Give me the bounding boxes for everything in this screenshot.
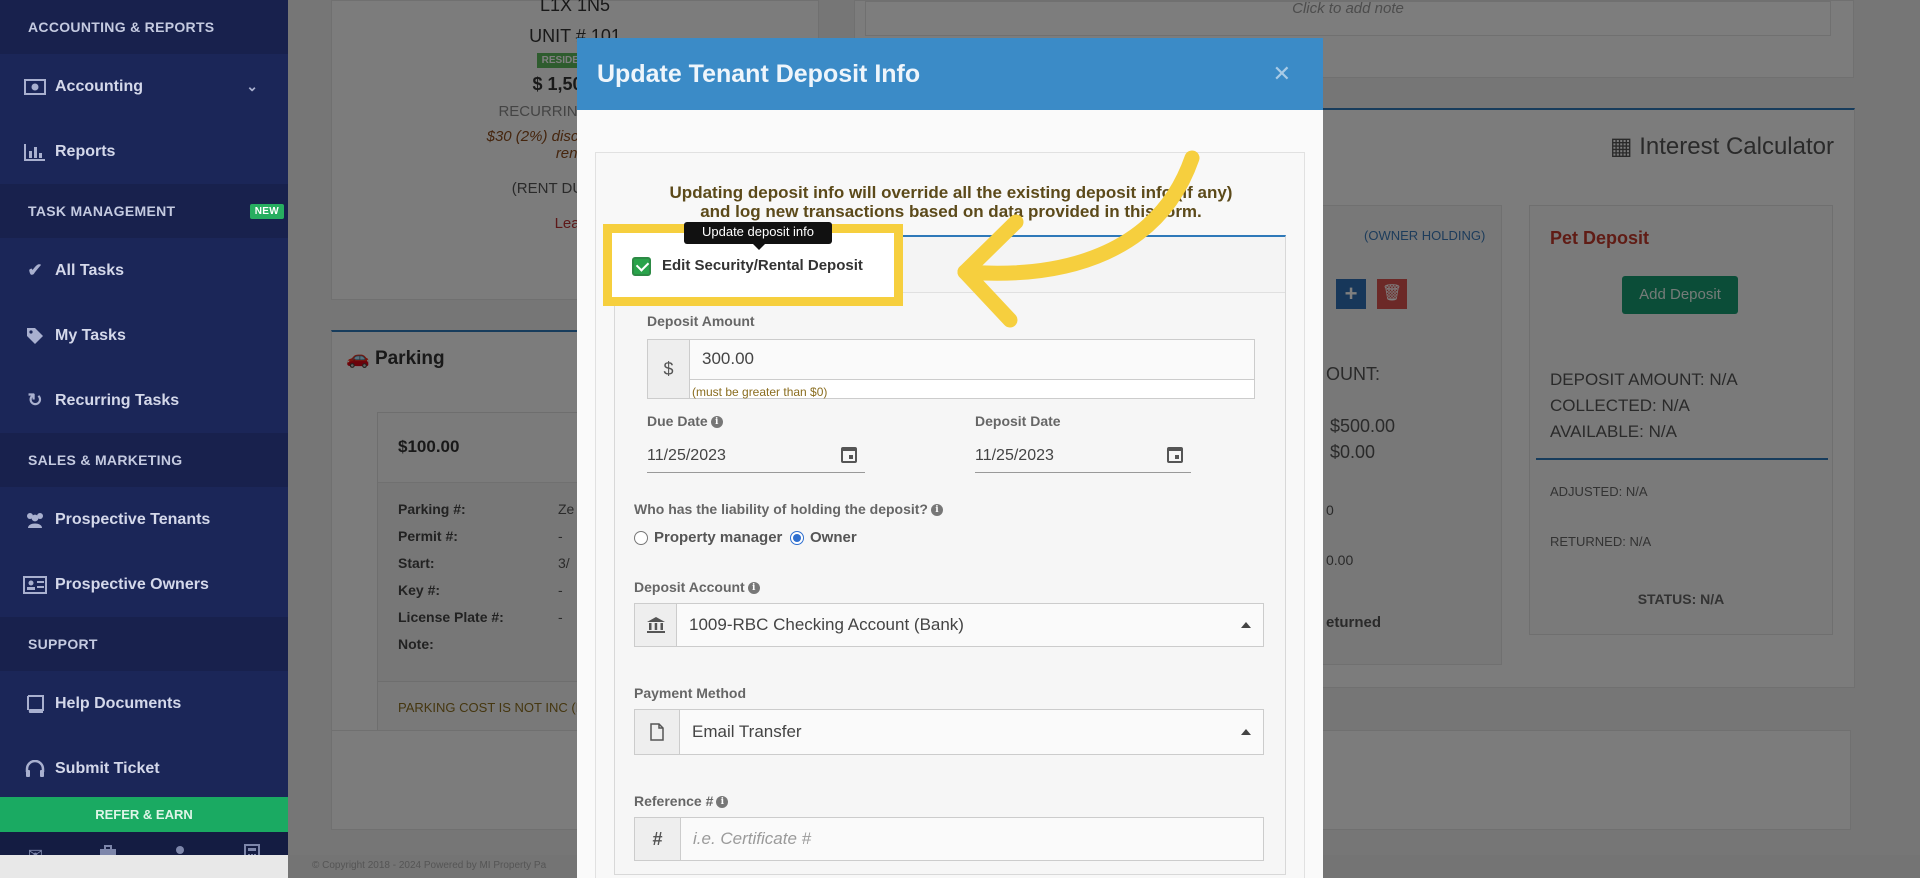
payment-method-value: Email Transfer (680, 710, 1263, 754)
sidebar-item-prospective-tenants[interactable]: Prospective Tenants (0, 487, 288, 552)
modal-title: Update Tenant Deposit Info (597, 59, 921, 88)
section-support: SUPPORT (0, 617, 288, 671)
update-deposit-modal: Update Tenant Deposit Info ✕ Updating de… (577, 38, 1323, 878)
info-icon[interactable]: i (710, 416, 723, 429)
info-icon[interactable]: i (747, 582, 760, 595)
radio-button[interactable] (634, 530, 648, 545)
override-warning: Updating deposit info will override all … (596, 183, 1306, 221)
due-date-input[interactable]: 11/25/2023 (647, 441, 865, 473)
book-icon (20, 694, 50, 713)
refresh-icon: ↻ (27, 390, 43, 410)
override-warning-line-2: and log new transactions based on data p… (700, 202, 1202, 221)
radio-label: Property manager (654, 529, 783, 546)
users-icon (20, 511, 50, 529)
deposit-amount-label: Deposit Amount (647, 313, 755, 329)
edit-security-deposit-label[interactable]: Edit Security/Rental Deposit (662, 257, 863, 274)
due-date-label-text: Due Date (647, 413, 708, 429)
edit-security-deposit-checkbox[interactable] (632, 257, 651, 276)
liability-label-text: Who has the liability of holding the dep… (634, 501, 928, 517)
due-date-value: 11/25/2023 (647, 447, 726, 464)
sidebar-item-label: Prospective Tenants (55, 510, 211, 528)
info-icon[interactable]: i (716, 796, 729, 809)
reference-label: Reference # i (634, 793, 729, 809)
check-icon: ✔ (27, 260, 43, 280)
override-warning-line-1: Updating deposit info will override all … (669, 183, 1233, 202)
bank-icon (635, 604, 677, 646)
sidebar-item-all-tasks[interactable]: ✔ All Tasks (0, 238, 288, 303)
sidebar-item-submit-ticket[interactable]: Submit Ticket (0, 736, 288, 801)
sidebar-item-help-documents[interactable]: Help Documents (0, 671, 288, 736)
sidebar-item-prospective-owners[interactable]: Prospective Owners (0, 552, 288, 617)
deposit-account-label-text: Deposit Account (634, 579, 745, 595)
deposit-date-input[interactable]: 11/25/2023 (975, 441, 1191, 473)
sidebar-item-label: My Tasks (55, 326, 126, 344)
sidebar-item-label: All Tasks (55, 261, 125, 279)
reference-input[interactable]: i.e. Certificate # (681, 818, 1263, 860)
calendar-icon[interactable] (841, 447, 857, 463)
sidebar-item-label: Submit Ticket (55, 759, 160, 777)
section-sales-marketing: SALES & MARKETING (0, 433, 288, 487)
new-badge: NEW (249, 204, 284, 219)
info-icon[interactable]: i (931, 504, 943, 517)
payment-method-text: Email Transfer (692, 722, 802, 741)
liability-label: Who has the liability of holding the dep… (634, 501, 943, 517)
radio-label: Owner (810, 529, 857, 546)
headset-icon (20, 759, 50, 778)
section-task-management: TASK MANAGEMENT NEW (0, 184, 288, 238)
caret-up-icon (1241, 622, 1251, 628)
deposit-amount-hint: (must be greater than $0) (692, 385, 828, 399)
tag-icon (20, 327, 50, 345)
close-icon[interactable]: ✕ (1273, 61, 1291, 87)
deposit-form-panel: Deposit Amount $ 300.00 (must be greater… (614, 235, 1286, 875)
deposit-account-label: Deposit Account i (634, 579, 760, 595)
sidebar-item-reports[interactable]: Reports (0, 119, 288, 184)
payment-method-select[interactable]: Email Transfer (634, 709, 1264, 755)
deposit-account-value: 1009-RBC Checking Account (Bank) (677, 604, 1263, 646)
radio-owner[interactable]: Owner (790, 529, 857, 546)
section-label: TASK MANAGEMENT (28, 203, 176, 219)
document-icon (635, 710, 680, 754)
tooltip-arrow (753, 244, 765, 250)
bar-chart-icon (20, 143, 50, 161)
sidebar-item-label: Recurring Tasks (55, 391, 180, 409)
radio-property-manager[interactable]: Property manager (634, 529, 782, 546)
sidebar-item-my-tasks[interactable]: My Tasks (0, 303, 288, 368)
section-accounting-reports: ACCOUNTING & REPORTS (0, 0, 288, 54)
sidebar-item-label: Accounting (55, 77, 143, 95)
reference-label-text: Reference # (634, 793, 714, 809)
deposit-account-text: 1009-RBC Checking Account (Bank) (689, 615, 964, 634)
radio-button-selected[interactable] (790, 530, 804, 545)
refer-earn-button[interactable]: REFER & EARN (0, 797, 288, 832)
sidebar: ACCOUNTING & REPORTS Accounting ⌄ Report… (0, 0, 288, 878)
tooltip: Update deposit info (684, 222, 832, 244)
payment-method-label: Payment Method (634, 685, 747, 701)
sidebar-item-accounting[interactable]: Accounting ⌄ (0, 54, 288, 119)
sidebar-item-label: Prospective Owners (55, 575, 209, 593)
deposit-account-select[interactable]: 1009-RBC Checking Account (Bank) (634, 603, 1264, 647)
deposit-date-label: Deposit Date (975, 413, 1061, 429)
dollar-addon: $ (648, 340, 690, 398)
sidebar-item-recurring-tasks[interactable]: ↻ Recurring Tasks (0, 368, 288, 433)
reference-field[interactable]: # i.e. Certificate # (634, 817, 1264, 861)
money-icon (20, 78, 50, 95)
sidebar-item-label: Reports (55, 142, 116, 160)
sidebar-item-label: Help Documents (55, 694, 182, 712)
deposit-date-value: 11/25/2023 (975, 447, 1054, 464)
id-card-icon (20, 575, 50, 594)
chevron-down-icon: ⌄ (246, 78, 258, 94)
modal-header: Update Tenant Deposit Info ✕ (577, 38, 1323, 110)
calendar-icon[interactable] (1167, 447, 1183, 463)
hash-icon: # (635, 818, 681, 860)
due-date-label: Due Date i (647, 413, 723, 429)
caret-up-icon (1241, 729, 1251, 735)
deposit-amount-input[interactable]: 300.00 (690, 340, 1254, 380)
